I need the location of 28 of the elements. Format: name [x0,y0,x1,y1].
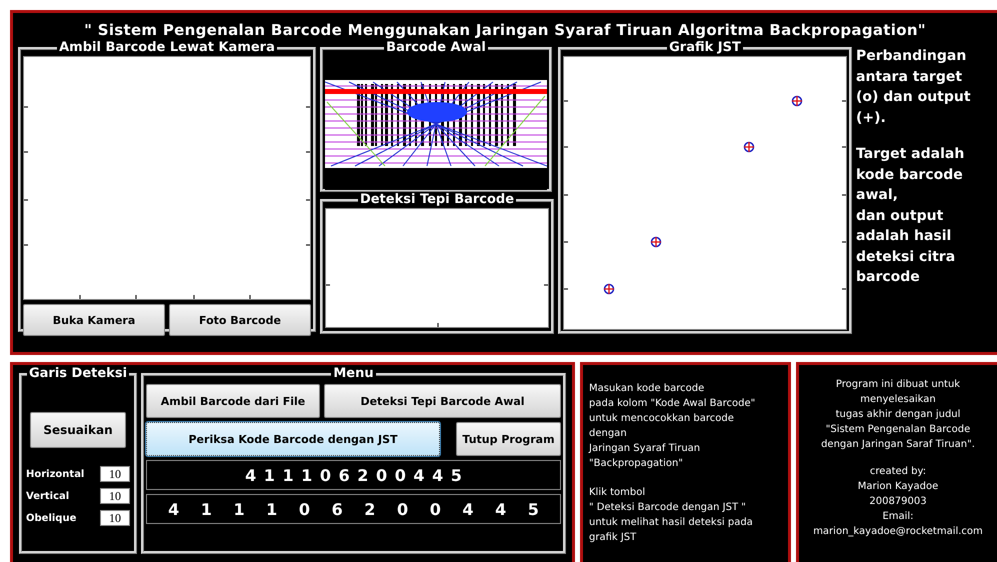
panel-title: Grafik JST [668,42,742,54]
field-label: Horizontal [26,468,84,480]
window-title: " Sistem Pengenalan Barcode Menggunakan Jaringan Syaraf Tiruan Algoritma Backpropagation" [83,20,927,41]
number-field[interactable]: 10 [100,510,130,526]
chart-legend-text: Target adalah kode barcode awal, dan output adalah hasil deteksi citra barcode [856,145,966,287]
code-display: 4 1 1 1 0 6 2 0 0 4 4 5 [146,494,561,524]
panel-title: Deteksi Tepi Barcode [358,194,516,206]
code-display: 4 1 1 1 0 6 2 0 0 4 4 5 [146,460,561,490]
menu-button[interactable]: Tutup Program [456,422,561,456]
credits-text: Program ini dibuat untuk menyelesaikan tugas akhir dengan judul "Sistem Pengenalan Barcode dengan Jaringan Saraf Tiruan". [820,378,976,452]
menu-button[interactable]: Deteksi Tepi Barcode Awal [324,384,561,418]
panel-title: Menu [332,368,375,380]
chart-legend-text: Perbandingan antara target (o) dan output (+). [856,47,972,128]
field-label: Obelique [26,512,76,524]
adjust-button[interactable]: Sesuaikan [30,412,126,448]
camera-button[interactable]: Foto Barcode [169,304,311,336]
panel-title: Ambil Barcode Lewat Kamera [58,42,276,54]
menu-button[interactable]: Ambil Barcode dari File [146,384,320,418]
field-label: Vertical [26,490,70,502]
panel-title: Garis Deteksi [28,368,128,380]
number-field[interactable]: 10 [100,488,130,504]
panel-title: Barcode Awal [385,42,487,54]
instruction-text: Masukan kode barcode pada kolom "Kode Awal Barcode" untuk mencocokkan barcode dengan Jaringan Syaraf Tiruan "Backpropagation" [589,382,756,471]
number-field[interactable]: 10 [100,466,130,482]
camera-button[interactable]: Buka Kamera [23,304,165,336]
menu-button[interactable]: Periksa Kode Barcode dengan JST [146,422,440,456]
credits-text: created by: Marion Kayadoe 200879003 Email: marion_kayadoe@rocketmail.com [812,465,984,539]
instruction-text: Klik tombol " Deteksi Barcode dengan JST " untuk melihat hasil deteksi pada grafik JST [589,486,754,545]
